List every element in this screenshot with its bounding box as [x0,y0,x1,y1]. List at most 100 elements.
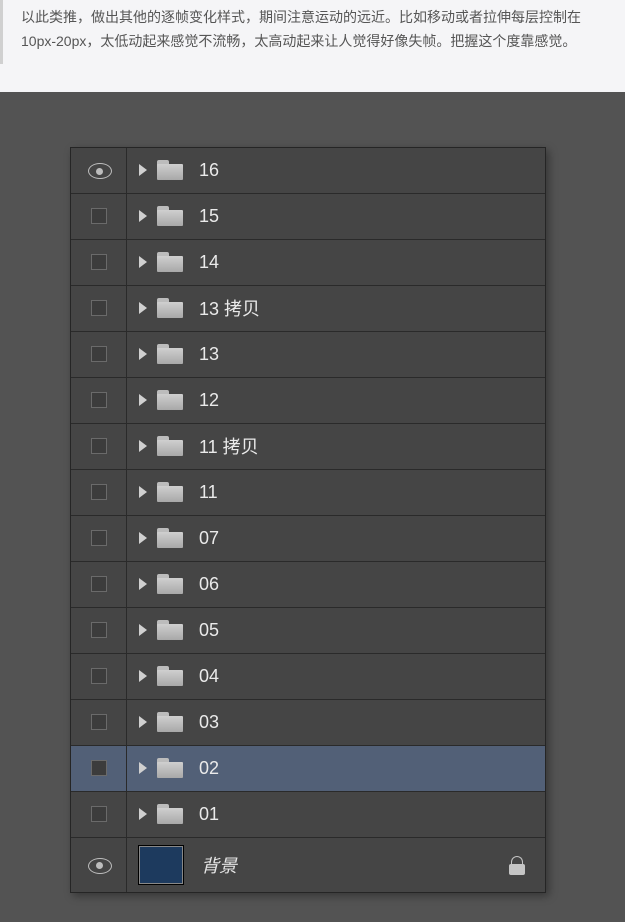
visibility-empty-icon [91,714,107,730]
visibility-toggle[interactable] [71,792,127,837]
disclosure-triangle-icon[interactable] [139,440,147,452]
layer-content[interactable]: 02 [127,746,545,791]
layer-row[interactable]: 12 [71,378,545,424]
layer-row[interactable]: 02 [71,746,545,792]
visibility-toggle[interactable] [71,286,127,331]
layer-name-label[interactable]: 05 [199,620,219,641]
folder-icon [157,528,183,548]
layer-name-label[interactable]: 04 [199,666,219,687]
disclosure-triangle-icon[interactable] [139,670,147,682]
visibility-toggle[interactable] [71,194,127,239]
folder-icon [157,298,183,318]
layer-name-label[interactable]: 16 [199,160,219,181]
visibility-toggle[interactable] [71,332,127,377]
disclosure-triangle-icon[interactable] [139,256,147,268]
layer-content[interactable]: 05 [127,608,545,653]
disclosure-triangle-icon[interactable] [139,210,147,222]
folder-icon [157,804,183,824]
visibility-toggle[interactable] [71,700,127,745]
disclosure-triangle-icon[interactable] [139,394,147,406]
layer-row[interactable]: 14 [71,240,545,286]
layer-name-label[interactable]: 14 [199,252,219,273]
layer-content[interactable]: 07 [127,516,545,561]
visibility-empty-icon [91,208,107,224]
visibility-empty-icon [91,300,107,316]
visibility-toggle[interactable] [71,746,127,791]
layer-row[interactable]: 07 [71,516,545,562]
disclosure-triangle-icon[interactable] [139,348,147,360]
layer-name-label[interactable]: 背景 [201,852,237,878]
layer-row[interactable]: 05 [71,608,545,654]
layer-row[interactable]: 01 [71,792,545,838]
visibility-empty-icon [91,438,107,454]
layer-content[interactable]: 12 [127,378,545,423]
layer-content[interactable]: 14 [127,240,545,285]
disclosure-triangle-icon[interactable] [139,532,147,544]
layers-panel: 16 15 14 13 拷贝 13 12 11 拷贝 11 07 06 05 04 03 02 01 背景 [70,147,546,893]
eye-icon [88,858,110,872]
layer-row[interactable]: 11 [71,470,545,516]
visibility-empty-icon [91,392,107,408]
disclosure-triangle-icon[interactable] [139,716,147,728]
visibility-toggle[interactable] [71,378,127,423]
visibility-empty-icon [91,346,107,362]
visibility-toggle[interactable] [71,562,127,607]
eye-icon [88,163,110,177]
folder-icon [157,160,183,180]
layer-name-label[interactable]: 02 [199,758,219,779]
layer-content[interactable]: 背景 [127,838,545,892]
lock-icon[interactable] [509,856,525,874]
visibility-toggle[interactable] [71,240,127,285]
visibility-empty-icon [91,530,107,546]
layer-name-label[interactable]: 15 [199,206,219,227]
visibility-empty-icon [91,622,107,638]
layer-content[interactable]: 06 [127,562,545,607]
visibility-toggle[interactable] [71,608,127,653]
disclosure-triangle-icon[interactable] [139,578,147,590]
layer-content[interactable]: 11 [127,470,545,515]
layer-name-label[interactable]: 03 [199,712,219,733]
visibility-toggle[interactable] [71,654,127,699]
layer-row[interactable]: 11 拷贝 [71,424,545,470]
layer-row[interactable]: 03 [71,700,545,746]
layer-row[interactable]: 15 [71,194,545,240]
layer-row[interactable]: 13 拷贝 [71,286,545,332]
layer-thumbnail [139,846,183,884]
layer-content[interactable]: 15 [127,194,545,239]
layer-name-label[interactable]: 06 [199,574,219,595]
disclosure-triangle-icon[interactable] [139,486,147,498]
visibility-toggle[interactable] [71,424,127,469]
visibility-toggle[interactable] [71,148,127,193]
layer-name-label[interactable]: 01 [199,804,219,825]
layer-content[interactable]: 03 [127,700,545,745]
layer-name-label[interactable]: 13 拷贝 [199,295,260,321]
layer-name-label[interactable]: 12 [199,390,219,411]
layer-name-label[interactable]: 13 [199,344,219,365]
layer-row[interactable]: 16 [71,148,545,194]
layer-content[interactable]: 11 拷贝 [127,424,545,469]
disclosure-triangle-icon[interactable] [139,164,147,176]
visibility-toggle[interactable] [71,470,127,515]
layer-content[interactable]: 01 [127,792,545,837]
layer-content[interactable]: 04 [127,654,545,699]
layer-row[interactable]: 04 [71,654,545,700]
layer-row[interactable]: 06 [71,562,545,608]
layer-name-label[interactable]: 11 [199,482,218,503]
layer-content[interactable]: 13 [127,332,545,377]
layer-content[interactable]: 16 [127,148,545,193]
background-layer-row[interactable]: 背景 [71,838,545,892]
folder-icon [157,758,183,778]
folder-icon [157,666,183,686]
layer-content[interactable]: 13 拷贝 [127,286,545,331]
folder-icon [157,482,183,502]
disclosure-triangle-icon[interactable] [139,302,147,314]
disclosure-triangle-icon[interactable] [139,762,147,774]
layer-name-label[interactable]: 11 拷贝 [199,433,259,459]
visibility-toggle[interactable] [71,516,127,561]
layer-name-label[interactable]: 07 [199,528,219,549]
disclosure-triangle-icon[interactable] [139,624,147,636]
layer-row[interactable]: 13 [71,332,545,378]
visibility-toggle[interactable] [71,838,127,892]
disclosure-triangle-icon[interactable] [139,808,147,820]
visibility-empty-icon [91,484,107,500]
